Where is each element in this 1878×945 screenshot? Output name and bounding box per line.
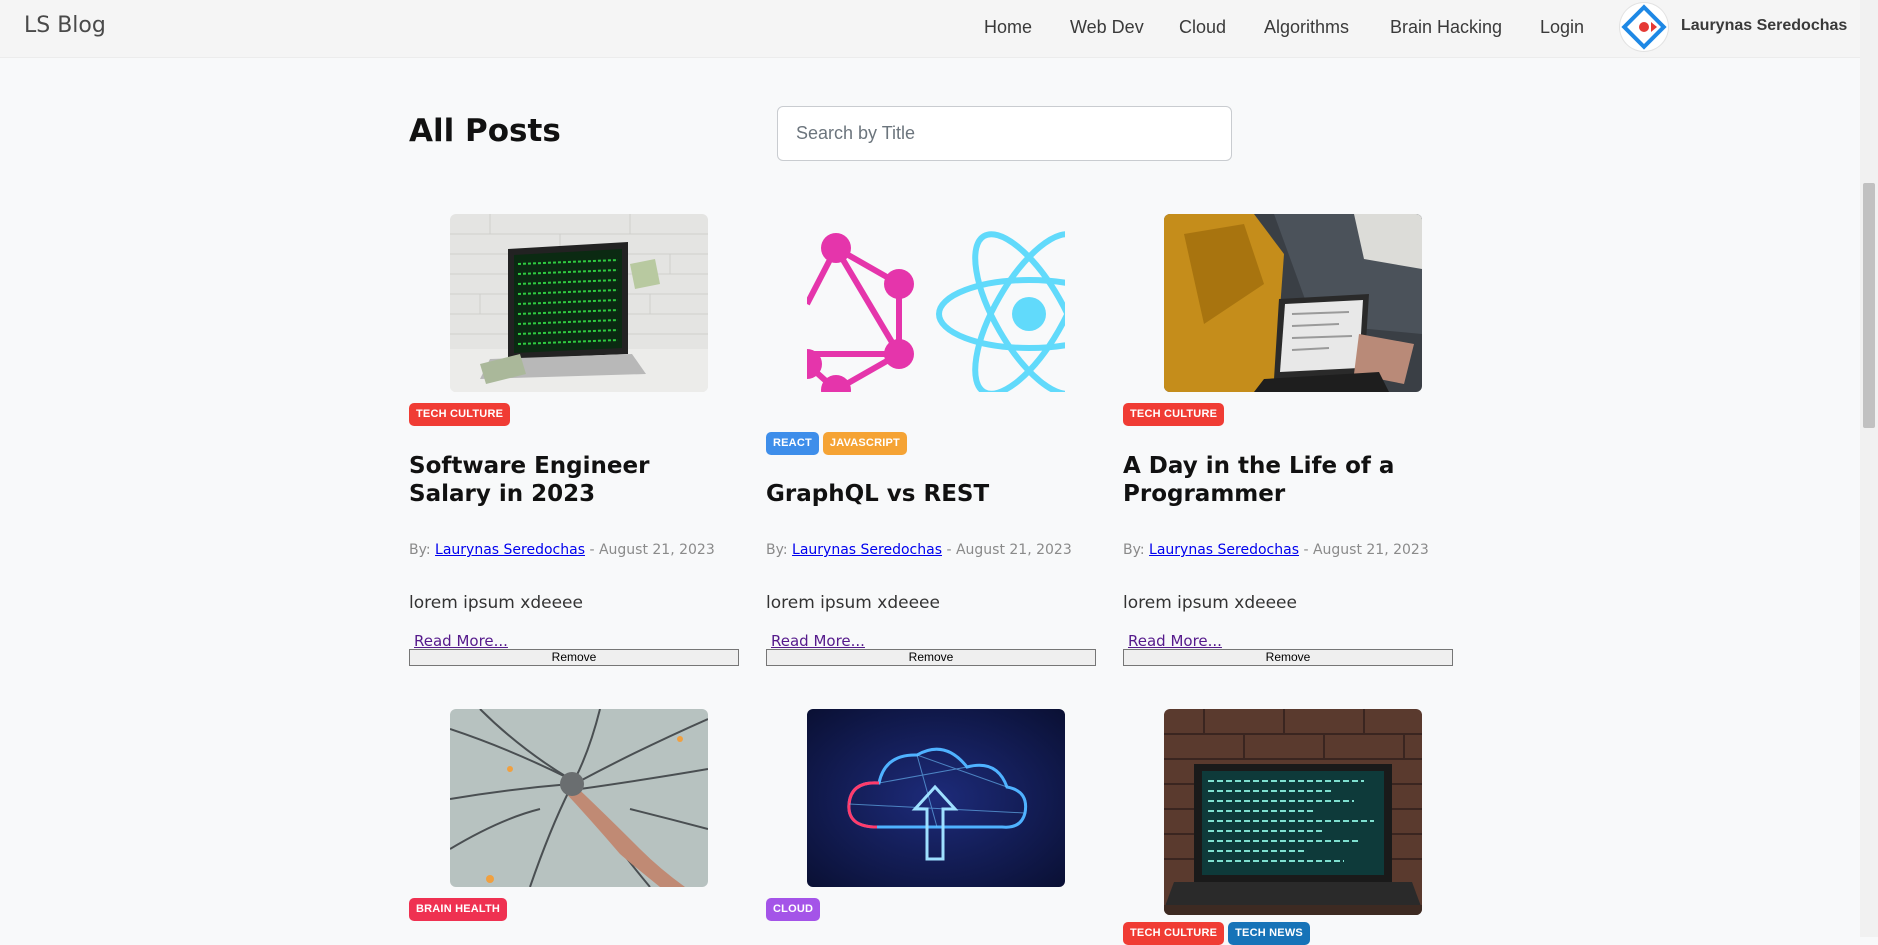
by-label: By: bbox=[409, 542, 431, 558]
post-excerpt: lorem ipsum xdeeee bbox=[1123, 593, 1297, 613]
neuron-network-image bbox=[450, 709, 708, 887]
laptop-code-money-image bbox=[450, 214, 708, 392]
post-thumbnail[interactable] bbox=[450, 709, 708, 887]
person-typing-laptop-image bbox=[1164, 214, 1422, 392]
post-title[interactable]: GraphQL vs REST bbox=[766, 452, 1086, 508]
nav-link-home[interactable]: Home bbox=[984, 17, 1032, 38]
author-link[interactable]: Laurynas Seredochas bbox=[1149, 542, 1299, 558]
post-byline: By: Laurynas Seredochas - August 21, 202… bbox=[409, 542, 715, 558]
search-by-title-input[interactable] bbox=[777, 106, 1232, 161]
user-avatar-logo-icon bbox=[1621, 4, 1667, 50]
tag-tech-culture[interactable]: Tech Culture bbox=[1123, 403, 1225, 426]
post-thumbnail[interactable] bbox=[807, 709, 1065, 887]
tag-cloud[interactable]: Cloud bbox=[766, 898, 821, 921]
top-navbar: LS Blog Home Web Dev Cloud Algorithms Br… bbox=[0, 0, 1878, 58]
post-card: Tech Culture Software Engineer Salary in… bbox=[409, 214, 741, 694]
laptop-brick-wall-image bbox=[1164, 709, 1422, 915]
graphql-react-logos-image bbox=[807, 214, 1065, 392]
post-title[interactable]: Software Engineer Salary in 2023 bbox=[409, 452, 729, 508]
remove-button[interactable]: Remove bbox=[766, 649, 1096, 666]
post-card: Tech Culture A Day in the Life of a Prog… bbox=[1123, 214, 1455, 694]
tag-tech-culture[interactable]: Tech Culture bbox=[1123, 922, 1225, 945]
read-more-link[interactable]: Read More... bbox=[771, 632, 865, 650]
post-date: - August 21, 2023 bbox=[946, 542, 1072, 558]
read-more-link[interactable]: Read More... bbox=[414, 632, 508, 650]
by-label: By: bbox=[766, 542, 788, 558]
cloud-upload-image bbox=[807, 709, 1065, 887]
post-excerpt: lorem ipsum xdeeee bbox=[766, 593, 940, 613]
nav-link-algorithms[interactable]: Algorithms bbox=[1264, 17, 1349, 38]
post-byline: By: Laurynas Seredochas - August 21, 202… bbox=[1123, 542, 1429, 558]
post-thumbnail[interactable] bbox=[1164, 214, 1422, 392]
post-thumbnail[interactable] bbox=[1164, 709, 1422, 915]
brand-logo-link[interactable]: LS Blog bbox=[24, 13, 106, 38]
post-date: - August 21, 2023 bbox=[589, 542, 715, 558]
remove-button[interactable]: Remove bbox=[1123, 649, 1453, 666]
nav-link-cloud[interactable]: Cloud bbox=[1179, 17, 1226, 38]
tag-tech-culture[interactable]: Tech Culture bbox=[409, 403, 511, 426]
read-more-link[interactable]: Read More... bbox=[1128, 632, 1222, 650]
author-link[interactable]: Laurynas Seredochas bbox=[435, 542, 585, 558]
tag-tech-news[interactable]: Tech News bbox=[1228, 922, 1310, 945]
author-link[interactable]: Laurynas Seredochas bbox=[792, 542, 942, 558]
post-date: - August 21, 2023 bbox=[1303, 542, 1429, 558]
nav-link-brain-hacking[interactable]: Brain Hacking bbox=[1390, 17, 1502, 38]
nav-link-login[interactable]: Login bbox=[1540, 17, 1584, 38]
page-scrollbar[interactable] bbox=[1860, 0, 1878, 937]
post-card: Cloud bbox=[766, 709, 1098, 937]
user-name[interactable]: Laurynas Seredochas bbox=[1681, 17, 1847, 35]
remove-button[interactable]: Remove bbox=[409, 649, 739, 666]
post-thumbnail[interactable] bbox=[807, 214, 1065, 392]
nav-link-web-dev[interactable]: Web Dev bbox=[1070, 17, 1144, 38]
tag-brain-health[interactable]: Brain Health bbox=[409, 898, 508, 921]
post-card: Tech Culture Tech News bbox=[1123, 709, 1455, 945]
post-card: Brain Health bbox=[409, 709, 741, 937]
by-label: By: bbox=[1123, 542, 1145, 558]
post-excerpt: lorem ipsum xdeeee bbox=[409, 593, 583, 613]
page-title: All Posts bbox=[409, 113, 561, 149]
user-avatar[interactable] bbox=[1620, 3, 1668, 51]
post-card: React JavaScript GraphQL vs REST By: Lau… bbox=[766, 214, 1098, 694]
page-scrollbar-thumb[interactable] bbox=[1863, 183, 1875, 428]
post-byline: By: Laurynas Seredochas - August 21, 202… bbox=[766, 542, 1072, 558]
post-title[interactable]: A Day in the Life of a Programmer bbox=[1123, 452, 1443, 508]
post-thumbnail[interactable] bbox=[450, 214, 708, 392]
